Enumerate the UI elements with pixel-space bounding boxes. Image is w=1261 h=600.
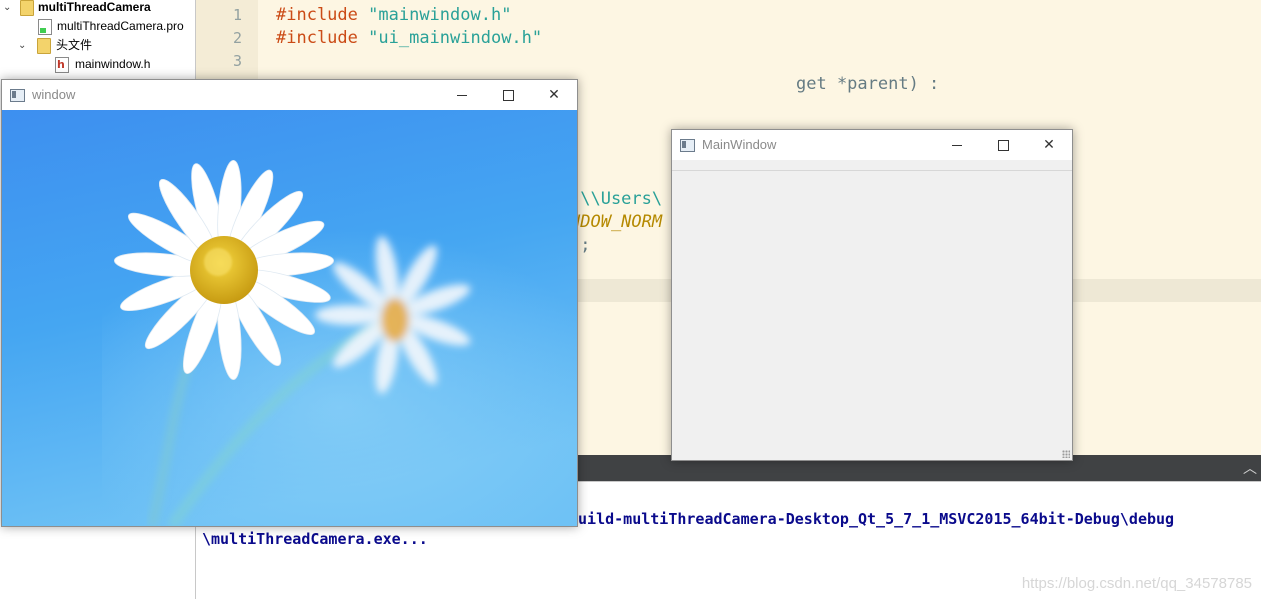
close-icon: ✕ <box>548 87 560 103</box>
tree-item-project[interactable]: ⌄ multiThreadCamera <box>0 0 195 17</box>
resize-grip[interactable] <box>1062 450 1070 458</box>
camera-frame-image <box>2 110 577 526</box>
image-window[interactable]: window ✕ <box>1 79 578 527</box>
output-line: \multiThreadCamera.exe... <box>202 530 428 548</box>
close-button[interactable]: ✕ <box>531 80 577 110</box>
line-number: 1 <box>232 6 242 24</box>
minimize-icon <box>457 94 467 96</box>
close-button[interactable]: ✕ <box>1026 130 1072 160</box>
header-file-icon <box>55 55 69 74</box>
maximize-icon <box>502 89 514 101</box>
minimize-button[interactable] <box>439 80 485 110</box>
title-bar[interactable]: MainWindow ✕ <box>672 130 1072 160</box>
menu-bar[interactable] <box>672 160 1072 171</box>
daisy-photo <box>2 110 577 526</box>
code-line-1: #include "mainwindow.h" <box>276 5 512 25</box>
main-window-client <box>672 160 1072 460</box>
output-line: build-multiThreadCamera-Desktop_Qt_5_7_1… <box>569 510 1175 528</box>
minimize-icon <box>952 144 962 146</box>
app-window-icon <box>10 89 25 102</box>
tree-item-pro-file[interactable]: multiThreadCamera.pro <box>0 17 195 36</box>
title-bar[interactable]: window ✕ <box>2 80 577 110</box>
app-window-icon <box>680 139 695 152</box>
maximize-icon <box>997 139 1009 151</box>
tree-item-mainwindow-h[interactable]: mainwindow.h <box>0 55 195 74</box>
code-line-9-fragment: NDOW_NORM <box>570 212 663 232</box>
watermark: https://blog.csdn.net/qq_34578785 <box>1021 575 1252 592</box>
code-line-2: #include "ui_mainwindow.h" <box>276 28 543 48</box>
folder-icon <box>37 38 51 54</box>
line-number: 3 <box>232 52 242 70</box>
pro-file-icon <box>38 19 52 35</box>
close-icon: ✕ <box>1043 137 1055 153</box>
main-window[interactable]: MainWindow ✕ <box>671 129 1073 461</box>
chevron-up-icon[interactable]: ︿ <box>1243 458 1257 478</box>
window-title: MainWindow <box>702 137 777 152</box>
tree-item-headers[interactable]: ⌄ 头文件 <box>0 36 195 55</box>
project-icon <box>20 0 34 16</box>
line-number: 2 <box>232 29 242 47</box>
minimize-button[interactable] <box>934 130 980 160</box>
window-title: window <box>32 87 76 102</box>
chevron-down-icon[interactable]: ⌄ <box>3 0 13 17</box>
chevron-down-icon[interactable]: ⌄ <box>18 36 28 55</box>
maximize-button[interactable] <box>485 80 531 110</box>
maximize-button[interactable] <box>980 130 1026 160</box>
code-line-4: get *parent) : <box>796 74 940 94</box>
code-line-8-fragment: :\\Users\ <box>570 189 663 209</box>
